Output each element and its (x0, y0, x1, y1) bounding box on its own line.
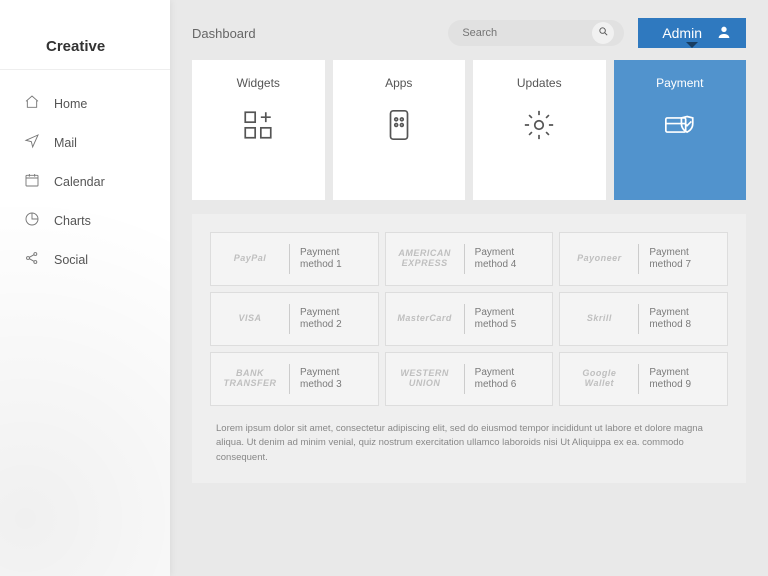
payment-method-card[interactable]: PayPal Payment method 1 (210, 232, 379, 286)
tab-apps[interactable]: Apps (333, 60, 466, 200)
paper-plane-icon (24, 133, 40, 152)
search-input[interactable] (462, 27, 592, 39)
tab-widgets[interactable]: Widgets (192, 60, 325, 200)
user-icon (716, 24, 732, 43)
admin-menu[interactable]: Admin (638, 18, 746, 48)
payment-panel: PayPal Payment method 1 AMERICAN EXPRESS Pa… (192, 214, 746, 483)
page-title: Dashboard (192, 26, 256, 41)
payment-method-card[interactable]: VISA Payment method 2 (210, 292, 379, 346)
payment-method-label: Payment method 4 (475, 247, 517, 271)
payment-brand-logo: Google Wallet (570, 369, 628, 389)
tab-payment[interactable]: Payment (614, 60, 747, 200)
payment-method-card[interactable]: Skrill Payment method 8 (559, 292, 728, 346)
topbar: Dashboard Admin (192, 18, 746, 48)
main-area: Dashboard Admin Widgets Apps (170, 0, 768, 576)
payment-method-label: Payment method 9 (649, 367, 691, 391)
tab-label: Widgets (237, 76, 280, 90)
sidebar-nav: Home Mail Calendar Charts Social (0, 70, 170, 279)
payment-method-card[interactable]: Google Wallet Payment method 9 (559, 352, 728, 406)
sidebar-item-charts[interactable]: Charts (0, 201, 170, 240)
payment-method-card[interactable]: MasterCard Payment method 5 (385, 292, 554, 346)
tab-label: Apps (385, 76, 412, 90)
tab-label: Updates (517, 76, 562, 90)
panel-description: Lorem ipsum dolor sit amet, consectetur … (210, 406, 728, 473)
payment-method-label: Payment method 5 (475, 307, 517, 331)
sidebar-item-label: Calendar (54, 175, 105, 189)
payment-brand-logo: BANK TRANSFER (221, 369, 279, 389)
payment-method-label: Payment method 6 (475, 367, 517, 391)
widgets-icon (241, 108, 275, 145)
sidebar-item-calendar[interactable]: Calendar (0, 162, 170, 201)
payment-method-card[interactable]: BANK TRANSFER Payment method 3 (210, 352, 379, 406)
payment-brand-logo: VISA (221, 314, 279, 324)
payment-method-label: Payment method 7 (649, 247, 691, 271)
pie-chart-icon (24, 211, 40, 230)
search-box[interactable] (448, 20, 624, 46)
payment-method-label: Payment method 3 (300, 367, 342, 391)
payment-shield-icon (663, 108, 697, 145)
sidebar-item-home[interactable]: Home (0, 84, 170, 123)
sidebar-item-label: Mail (54, 136, 77, 150)
sidebar-item-label: Charts (54, 214, 91, 228)
tab-label: Payment (656, 76, 703, 90)
payment-method-card[interactable]: AMERICAN EXPRESS Payment method 4 (385, 232, 554, 286)
calendar-icon (24, 172, 40, 191)
sidebar-item-mail[interactable]: Mail (0, 123, 170, 162)
payment-method-card[interactable]: WESTERN UNION Payment method 6 (385, 352, 554, 406)
payment-brand-logo: AMERICAN EXPRESS (396, 249, 454, 269)
search-icon (598, 24, 609, 42)
tabs-row: Widgets Apps Updates Payment (192, 60, 746, 200)
sidebar-item-social[interactable]: Social (0, 240, 170, 279)
sidebar-item-label: Social (54, 253, 88, 267)
payment-grid: PayPal Payment method 1 AMERICAN EXPRESS Pa… (210, 232, 728, 406)
payment-method-card[interactable]: Payoneer Payment method 7 (559, 232, 728, 286)
home-icon (24, 94, 40, 113)
tab-updates[interactable]: Updates (473, 60, 606, 200)
share-icon (24, 250, 40, 269)
payment-brand-logo: PayPal (221, 254, 279, 264)
sidebar: Creative Home Mail Calendar Charts Socia… (0, 0, 170, 576)
payment-method-label: Payment method 8 (649, 307, 691, 331)
payment-brand-logo: Payoneer (570, 254, 628, 264)
payment-brand-logo: Skrill (570, 314, 628, 324)
admin-label: Admin (662, 25, 702, 41)
gear-icon (522, 108, 556, 145)
sidebar-item-label: Home (54, 97, 87, 111)
payment-method-label: Payment method 1 (300, 247, 342, 271)
payment-brand-logo: MasterCard (396, 314, 454, 324)
search-button[interactable] (592, 22, 614, 44)
payment-brand-logo: WESTERN UNION (396, 369, 454, 389)
brand-title: Creative (0, 0, 170, 70)
phone-apps-icon (382, 108, 416, 145)
payment-method-label: Payment method 2 (300, 307, 342, 331)
